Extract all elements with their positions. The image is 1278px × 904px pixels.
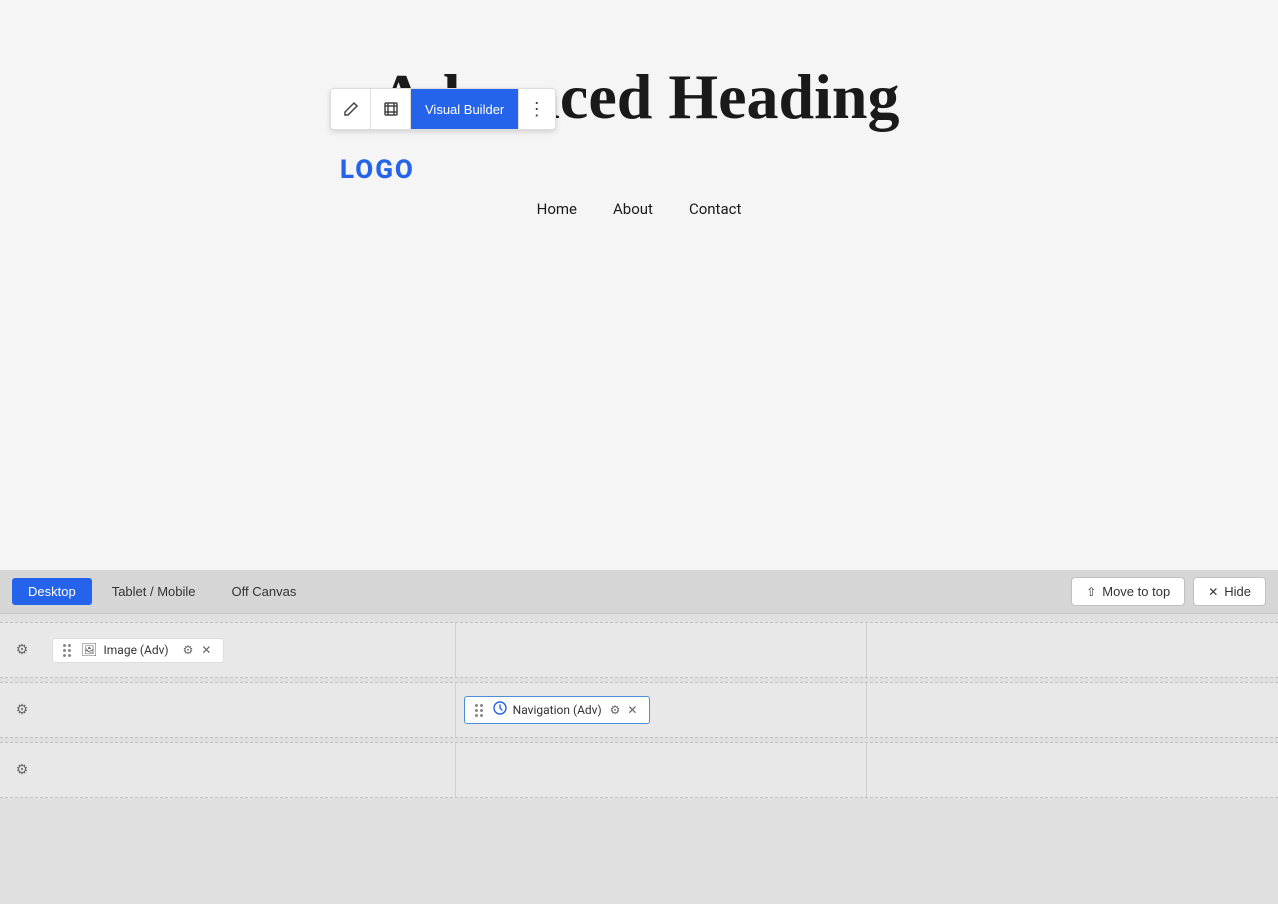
widget-image-adv: 🖼 Image (Adv) ⚙ ✕ (52, 638, 224, 663)
navigation-icon (493, 701, 507, 719)
more-options-button[interactable]: ⋮ (519, 89, 555, 129)
col-1-2 (456, 623, 868, 677)
widget-label: Image (Adv) (104, 643, 169, 657)
row-gear-2[interactable]: ⚙ (0, 702, 44, 718)
drag-handle[interactable] (63, 644, 71, 657)
tab-tablet-mobile[interactable]: Tablet / Mobile (96, 578, 212, 605)
logo: LOGO (340, 155, 415, 185)
gear-icon: ⚙ (16, 762, 29, 778)
frame-button[interactable] (371, 89, 411, 129)
widget-label: Navigation (Adv) (513, 703, 602, 717)
col-2-3 (867, 683, 1278, 737)
col-1-1: 🖼 Image (Adv) ⚙ ✕ (44, 623, 456, 677)
drag-handle[interactable] (475, 704, 483, 717)
gear-icon: ⚙ (16, 642, 29, 658)
nav-item-about[interactable]: About (613, 200, 653, 218)
nav-menu: Home About Contact (537, 200, 742, 218)
editor-toolbar: Visual Builder ⋮ (330, 88, 556, 130)
hide-button[interactable]: ✕ Hide (1193, 577, 1266, 606)
image-icon: 🖼 (81, 643, 98, 658)
rows-area: ⚙ 🖼 Image (Adv) ⚙ ✕ (0, 614, 1278, 806)
widget-settings-button[interactable]: ⚙ (608, 703, 623, 717)
view-bar-actions: ⇧ Move to top ✕ Hide (1071, 577, 1266, 606)
close-icon: ✕ (1208, 585, 1218, 599)
bottom-panel: Desktop Tablet / Mobile Off Canvas ⇧ Mov… (0, 570, 1278, 904)
nav-item-contact[interactable]: Contact (689, 200, 741, 218)
edit-button[interactable] (331, 89, 371, 129)
view-bar: Desktop Tablet / Mobile Off Canvas ⇧ Mov… (0, 570, 1278, 614)
table-row: ⚙ (0, 682, 1278, 738)
nav-item-home[interactable]: Home (537, 200, 577, 218)
row-3-content (44, 743, 1278, 797)
row-1-content: 🖼 Image (Adv) ⚙ ✕ (44, 623, 1278, 677)
col-2-1 (44, 683, 456, 737)
col-2-2: Navigation (Adv) ⚙ ✕ (456, 683, 868, 737)
gear-icon: ⚙ (16, 702, 29, 718)
canvas-area: Visual Builder ⋮ Advanced Heading LOGO H… (0, 0, 1278, 570)
widget-close-button[interactable]: ✕ (199, 643, 213, 657)
widget-settings-button[interactable]: ⚙ (181, 643, 196, 657)
row-gear-3[interactable]: ⚙ (0, 762, 44, 778)
table-row: ⚙ 🖼 Image (Adv) ⚙ ✕ (0, 622, 1278, 678)
chevron-up-icon: ⇧ (1086, 585, 1096, 599)
widget-close-button[interactable]: ✕ (625, 703, 639, 717)
tab-desktop[interactable]: Desktop (12, 578, 92, 605)
widget-navigation-adv: Navigation (Adv) ⚙ ✕ (464, 696, 651, 724)
chip-actions: ⚙ ✕ (608, 703, 640, 717)
visual-builder-button[interactable]: Visual Builder (411, 89, 519, 129)
row-gear-1[interactable]: ⚙ (0, 642, 44, 658)
col-3-2 (456, 743, 868, 797)
col-1-3 (867, 623, 1278, 677)
col-3-3 (867, 743, 1278, 797)
table-row: ⚙ (0, 742, 1278, 798)
col-3-1 (44, 743, 456, 797)
tab-off-canvas[interactable]: Off Canvas (216, 578, 313, 605)
move-to-top-button[interactable]: ⇧ Move to top (1071, 577, 1185, 606)
chip-actions: ⚙ ✕ (181, 643, 214, 657)
row-2-content: Navigation (Adv) ⚙ ✕ (44, 683, 1278, 737)
